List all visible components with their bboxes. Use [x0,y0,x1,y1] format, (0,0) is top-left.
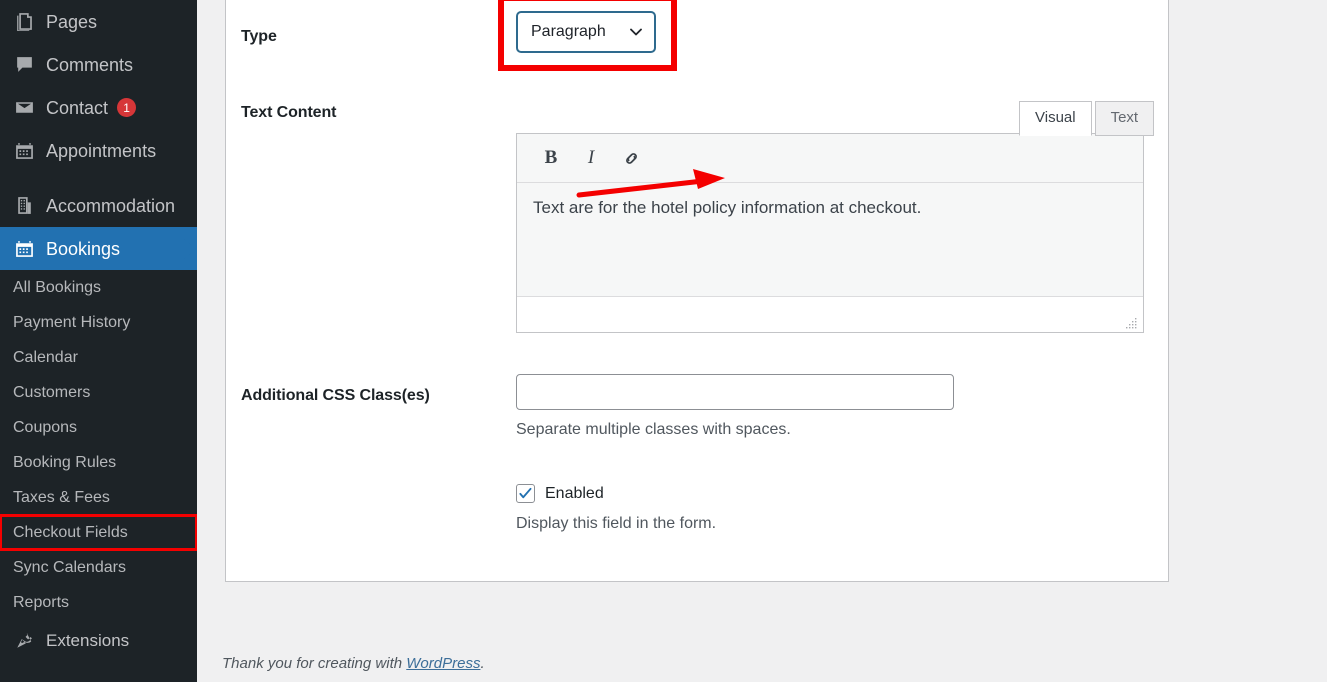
sidebar-item-contact[interactable]: Contact 1 [0,86,197,129]
css-class-input[interactable] [516,374,954,410]
enabled-checkbox-row[interactable]: Enabled [516,484,604,503]
plug-icon [12,628,36,652]
sidebar-item-label: Checkout Fields [13,523,128,541]
sidebar-item-taxes-fees[interactable]: Taxes & Fees [0,480,197,515]
admin-footer: Thank you for creating with WordPress. [222,655,485,672]
sidebar-item-accommodation[interactable]: Accommodation [0,184,197,227]
sidebar-item-bookings[interactable]: Bookings [0,227,197,270]
link-icon[interactable] [614,141,648,175]
sidebar-separator [0,172,197,184]
active-menu-arrow-icon [184,234,197,264]
sidebar-item-label: Taxes & Fees [13,488,110,506]
enabled-checkbox[interactable] [516,484,535,503]
sidebar-item-reports[interactable]: Reports [0,585,197,620]
type-field-label: Type [241,28,277,45]
sidebar-item-booking-rules[interactable]: Booking Rules [0,445,197,480]
type-select[interactable]: Paragraph [516,11,656,53]
sidebar-item-calendar[interactable]: Calendar [0,340,197,375]
sidebar-item-label: Comments [46,54,134,75]
building-icon [12,194,36,218]
enabled-label: Enabled [545,484,604,502]
bookings-submenu: All Bookings Payment History Calendar Cu… [0,270,197,620]
sidebar-item-label: Bookings [46,238,121,259]
sidebar-item-pages[interactable]: Pages [0,0,197,43]
calendar-icon [12,237,36,261]
sidebar-item-label: Coupons [13,418,78,436]
css-class-field-label: Additional CSS Class(es) [241,387,430,404]
sidebar-item-label: Accommodation [46,195,176,216]
sidebar-item-payment-history[interactable]: Payment History [0,305,197,340]
sidebar-item-label: Sync Calendars [13,558,126,576]
sidebar-item-customers[interactable]: Customers [0,375,197,410]
sidebar-item-label: All Bookings [13,278,102,296]
sidebar-item-comments[interactable]: Comments [0,43,197,86]
sidebar-item-label: Reports [13,593,70,611]
sidebar-item-label: Booking Rules [13,453,117,471]
text-content-field-label: Text Content [241,104,337,121]
contact-badge-count: 1 [117,98,137,117]
wordpress-link[interactable]: WordPress [406,655,480,672]
footer-suffix: . [480,655,485,672]
sidebar-item-sync-calendars[interactable]: Sync Calendars [0,550,197,585]
sidebar-item-coupons[interactable]: Coupons [0,410,197,445]
bold-icon[interactable]: B [534,141,568,175]
enabled-help-text: Display this field in the form. [516,515,717,532]
tab-text[interactable]: Text [1094,101,1155,136]
calendar-icon [12,139,36,163]
pages-icon [12,10,36,34]
sidebar-top-menu: Pages Comments Contact 1 Appointments Ac… [0,0,197,660]
envelope-icon [12,96,36,120]
type-select-value: Paragraph [531,23,606,40]
sidebar-item-label: Pages [46,11,98,32]
editor-content-area[interactable]: Text are for the hotel policy informatio… [517,183,1143,296]
sidebar-item-checkout-fields[interactable]: Checkout Fields [0,514,197,551]
sidebar-item-label: Appointments [46,140,157,161]
editor-status-bar [517,296,1143,332]
editor-mode-tabs: Visual Text [1019,101,1155,136]
sidebar-item-appointments[interactable]: Appointments [0,129,197,172]
sidebar-item-label: Payment History [13,313,131,331]
sidebar-item-all-bookings[interactable]: All Bookings [0,270,197,305]
css-class-help-text: Separate multiple classes with spaces. [516,421,791,438]
sidebar-item-extensions[interactable]: Extensions [0,620,197,660]
checkmark-icon [519,487,532,499]
footer-prefix: Thank you for creating with [222,655,407,672]
sidebar-item-label: Contact [46,97,109,118]
sidebar-item-label: Customers [13,383,91,401]
chevron-down-icon [628,24,644,40]
rich-text-editor: B I Text are for the hotel policy inform… [516,133,1144,333]
tab-visual[interactable]: Visual [1019,101,1092,136]
italic-icon[interactable]: I [574,141,608,175]
main-content: Type Paragraph Text Content Visual Text … [197,0,1327,682]
editor-resize-handle[interactable] [1126,316,1138,329]
sidebar-item-label: Calendar [13,348,78,366]
app-root: Pages Comments Contact 1 Appointments Ac… [0,0,1327,682]
type-select-wrapper: Paragraph [516,11,656,53]
editor-toolbar: B I [517,134,1143,183]
comments-icon [12,53,36,77]
admin-sidebar: Pages Comments Contact 1 Appointments Ac… [0,0,197,682]
sidebar-item-label: Extensions [46,630,130,650]
field-settings-panel: Type Paragraph Text Content Visual Text … [225,0,1169,582]
